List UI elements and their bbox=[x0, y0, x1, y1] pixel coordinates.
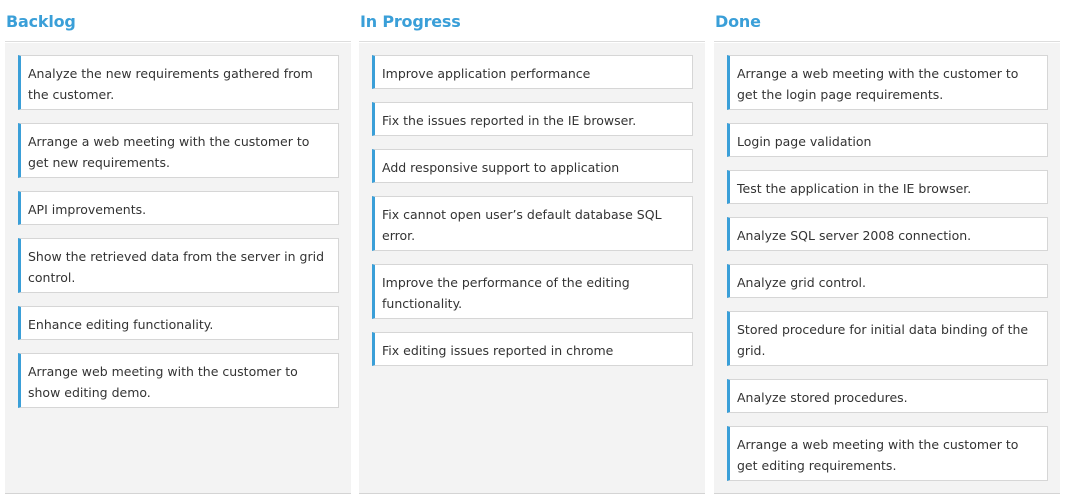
column-header: In Progress bbox=[359, 0, 705, 42]
kanban-card[interactable]: Arrange web meeting with the customer to… bbox=[18, 353, 339, 408]
card-text: Login page validation bbox=[737, 134, 872, 149]
card-text: Analyze grid control. bbox=[737, 275, 866, 290]
card-text: Arrange a web meeting with the customer … bbox=[737, 66, 1019, 102]
column-title: In Progress bbox=[360, 12, 461, 31]
kanban-card[interactable]: Improve the performance of the editing f… bbox=[372, 264, 693, 319]
card-text: Arrange a web meeting with the customer … bbox=[737, 437, 1019, 473]
card-text: Analyze SQL server 2008 connection. bbox=[737, 228, 972, 243]
card-text: Fix cannot open user’s default database … bbox=[382, 207, 662, 243]
column-in-progress: In Progress Improve application performa… bbox=[359, 0, 705, 494]
column-header: Done bbox=[714, 0, 1060, 42]
card-text: Analyze the new requirements gathered fr… bbox=[28, 66, 313, 102]
kanban-card[interactable]: Fix cannot open user’s default database … bbox=[372, 196, 693, 251]
kanban-card[interactable]: Analyze grid control. bbox=[727, 264, 1048, 298]
kanban-card[interactable]: Fix the issues reported in the IE browse… bbox=[372, 102, 693, 136]
column-title: Done bbox=[715, 12, 761, 31]
card-text: Test the application in the IE browser. bbox=[737, 181, 972, 196]
column-done: Done Arrange a web meeting with the cust… bbox=[714, 0, 1060, 494]
kanban-card[interactable]: Arrange a web meeting with the customer … bbox=[727, 55, 1048, 110]
card-text: Add responsive support to application bbox=[382, 160, 620, 175]
card-text: Analyze stored procedures. bbox=[737, 390, 908, 405]
card-text: API improvements. bbox=[28, 202, 147, 217]
card-text: Arrange a web meeting with the customer … bbox=[28, 134, 310, 170]
kanban-card[interactable]: Add responsive support to application bbox=[372, 149, 693, 183]
column-header: Backlog bbox=[5, 0, 351, 42]
card-text: Show the retrieved data from the server … bbox=[28, 249, 325, 285]
kanban-card[interactable]: Analyze the new requirements gathered fr… bbox=[18, 55, 339, 110]
kanban-card[interactable]: Improve application performance bbox=[372, 55, 693, 89]
kanban-card[interactable]: Analyze SQL server 2008 connection. bbox=[727, 217, 1048, 251]
kanban-card[interactable]: Fix editing issues reported in chrome bbox=[372, 332, 693, 366]
card-text: Stored procedure for initial data bindin… bbox=[737, 322, 1029, 358]
kanban-card[interactable]: Test the application in the IE browser. bbox=[727, 170, 1048, 204]
kanban-card[interactable]: Enhance editing functionality. bbox=[18, 306, 339, 340]
card-text: Arrange web meeting with the customer to… bbox=[28, 364, 298, 400]
kanban-card[interactable]: Show the retrieved data from the server … bbox=[18, 238, 339, 293]
card-text: Improve application performance bbox=[382, 66, 591, 81]
kanban-card[interactable]: API improvements. bbox=[18, 191, 339, 225]
kanban-card[interactable]: Arrange a web meeting with the customer … bbox=[18, 123, 339, 178]
kanban-card[interactable]: Arrange a web meeting with the customer … bbox=[727, 426, 1048, 481]
kanban-card[interactable]: Analyze stored procedures. bbox=[727, 379, 1048, 413]
card-text: Fix editing issues reported in chrome bbox=[382, 343, 614, 358]
card-text: Fix the issues reported in the IE browse… bbox=[382, 113, 637, 128]
column-title: Backlog bbox=[6, 12, 76, 31]
column-content: Improve application performance Fix the … bbox=[359, 43, 705, 494]
kanban-card[interactable]: Login page validation bbox=[727, 123, 1048, 157]
kanban-card[interactable]: Stored procedure for initial data bindin… bbox=[727, 311, 1048, 366]
column-content: Analyze the new requirements gathered fr… bbox=[5, 43, 351, 494]
card-text: Enhance editing functionality. bbox=[28, 317, 214, 332]
column-backlog: Backlog Analyze the new requirements gat… bbox=[5, 0, 351, 494]
card-text: Improve the performance of the editing f… bbox=[382, 275, 630, 311]
column-content: Arrange a web meeting with the customer … bbox=[714, 43, 1060, 494]
